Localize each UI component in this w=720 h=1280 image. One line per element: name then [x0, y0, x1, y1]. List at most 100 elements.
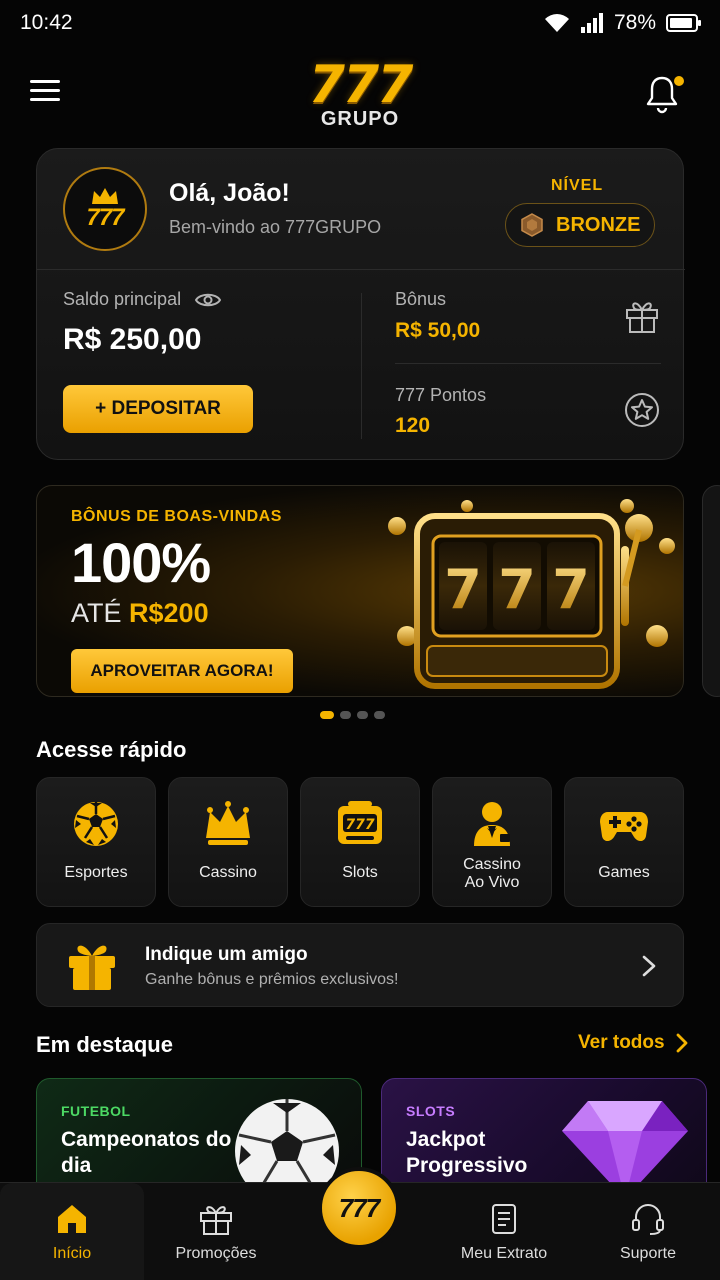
gift-icon: [200, 1206, 232, 1235]
carousel-dot[interactable]: [357, 711, 368, 719]
promo-title: BÔNUS DE BOAS-VINDAS: [71, 508, 282, 525]
nav-label: Início: [52, 1245, 92, 1262]
logo-number: 777: [308, 55, 414, 115]
quick-tile-games[interactable]: Games: [564, 777, 684, 907]
quick-tile-cassino[interactable]: Cassino: [168, 777, 288, 907]
slot-machine-icon: 7 7 7: [388, 499, 675, 689]
level-value: BRONZE: [556, 213, 641, 236]
see-all-link[interactable]: Ver todos: [578, 1032, 689, 1054]
nav-suporte[interactable]: Suporte: [576, 1183, 720, 1280]
nav-meu-extrato[interactable]: Meu Extrato: [432, 1183, 576, 1280]
slot-777-icon: 777: [338, 801, 382, 844]
bonus-value: R$ 50,00: [395, 319, 481, 342]
nav-label: Meu Extrato: [460, 1245, 548, 1262]
promo-claim-button[interactable]: APROVEITAR AGORA!: [71, 649, 293, 693]
avatar-text: 777: [86, 204, 124, 231]
carousel-dots: [320, 711, 385, 719]
quick-label: Slots: [342, 864, 378, 881]
nav-center: 777: [288, 1167, 432, 1280]
signal-icon: [580, 13, 603, 33]
see-all-label: Ver todos: [578, 1032, 665, 1053]
chevron-right-icon: [642, 955, 656, 977]
crown-icon: [206, 801, 250, 845]
quick-tile-cassino-ao-vivo[interactable]: Cassino Ao Vivo: [432, 777, 552, 907]
promo-sub-prefix: ATÉ: [71, 598, 122, 628]
promo-subtitle: ATÉ R$200: [71, 598, 209, 629]
gift-icon[interactable]: [623, 297, 661, 335]
feature-tag: SLOTS: [406, 1103, 456, 1119]
carousel-dot[interactable]: [320, 711, 334, 719]
carousel-dot[interactable]: [374, 711, 385, 719]
battery-percent: 78%: [613, 11, 656, 34]
status-time: 10:42: [20, 11, 73, 34]
headset-icon: [632, 1204, 664, 1235]
promo-percentage: 100%: [71, 531, 211, 594]
nav-promocoes[interactable]: Promoções: [144, 1183, 288, 1280]
nav-inicio[interactable]: Início: [0, 1183, 144, 1280]
app-header: 777 GRUPO: [0, 52, 720, 138]
quick-access-grid: Esportes Cassino 777 Slots Cassino Ao Vi…: [36, 777, 684, 907]
bottom-navigation: Início Promoções 777 Meu Extrato Suporte: [0, 1167, 720, 1280]
refer-friend-card[interactable]: Indique um amigo Ganhe bônus e prêmios e…: [36, 923, 684, 1007]
brand-logo[interactable]: 777 GRUPO: [290, 55, 430, 134]
quick-label: Esportes: [64, 864, 128, 881]
divider: [361, 293, 362, 439]
nav-label: Suporte: [619, 1245, 677, 1262]
wifi-icon: [544, 14, 569, 32]
deposit-button[interactable]: + DEPOSITAR: [63, 385, 253, 433]
avatar[interactable]: 777: [63, 167, 147, 251]
next-promo-peek[interactable]: [702, 485, 720, 697]
bonus-label: Bônus: [395, 289, 447, 309]
promo-banner[interactable]: 7 7 7 BÔNUS DE BOAS-VINDAS 100% ATÉ R$20…: [36, 485, 684, 697]
nav-777-label: 777: [338, 1192, 380, 1223]
level-badge[interactable]: BRONZE: [505, 203, 655, 247]
quick-label: Cassino Ao Vivo: [463, 856, 521, 891]
level-label: NÍVEL: [551, 177, 604, 194]
svg-text:777: 777: [345, 817, 374, 833]
promo-sub-amount: R$200: [129, 598, 209, 628]
eye-icon[interactable]: [195, 291, 222, 309]
gamepad-icon: [600, 812, 648, 842]
home-icon: [58, 1205, 86, 1233]
quick-label: Cassino: [199, 864, 257, 881]
quick-tile-esportes[interactable]: Esportes: [36, 777, 156, 907]
quick-tile-slots[interactable]: 777 Slots: [300, 777, 420, 907]
quick-label: Games: [598, 864, 650, 881]
receipt-icon: [492, 1204, 516, 1234]
star-icon[interactable]: [623, 391, 661, 429]
reel-symbol: 7: [498, 558, 536, 621]
balance-label-row: Saldo principal: [63, 289, 222, 310]
notifications-button[interactable]: [644, 74, 688, 118]
status-bar: 10:42 78%: [0, 0, 720, 46]
refer-title: Indique um amigo: [145, 944, 308, 965]
reel-symbol: 7: [552, 558, 590, 621]
hamburger-icon: [30, 80, 60, 101]
status-icons: 78%: [544, 11, 702, 35]
crown-icon: [92, 188, 118, 204]
bronze-medal-icon: [521, 213, 543, 237]
balance-label: Saldo principal: [63, 289, 182, 309]
divider: [37, 269, 685, 270]
refer-subtitle: Ganhe bônus e prêmios exclusivos!: [145, 971, 399, 988]
notification-dot: [674, 76, 684, 86]
battery-icon: [666, 13, 702, 33]
nav-777-button[interactable]: 777: [318, 1167, 400, 1249]
menu-button[interactable]: [30, 78, 72, 112]
featured-title: Em destaque: [36, 1032, 173, 1057]
welcome-text: Bem-vindo ao 777GRUPO: [169, 217, 382, 237]
greeting: Olá, João!: [169, 179, 290, 207]
reel-symbol: 7: [444, 558, 482, 621]
points-value: 120: [395, 414, 431, 437]
feature-title: Campeonatos do dia: [61, 1128, 232, 1177]
gift-icon: [69, 945, 115, 990]
chevron-right-icon: [676, 1033, 687, 1053]
points-label: 777 Pontos: [395, 385, 487, 405]
quick-access-title: Acesse rápido: [36, 737, 187, 762]
divider: [395, 363, 661, 364]
dealer-icon: [474, 802, 510, 846]
account-card: 777 Olá, João! Bem-vindo ao 777GRUPO NÍV…: [36, 148, 685, 460]
carousel-dot[interactable]: [340, 711, 351, 719]
soccer-ball-icon: [74, 802, 118, 846]
feature-tag: FUTEBOL: [61, 1103, 131, 1119]
balance-value: R$ 250,00: [63, 323, 202, 356]
